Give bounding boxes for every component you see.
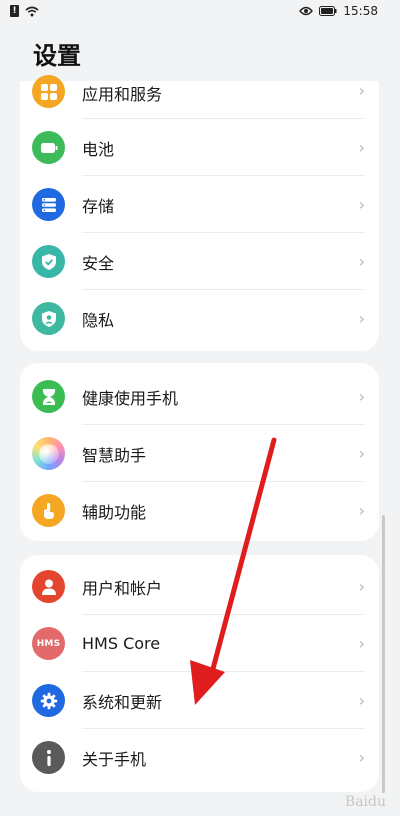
row-label: 安全 — [82, 253, 115, 273]
sim-alert-icon: ! — [10, 5, 19, 17]
chevron-right-icon: › — [358, 138, 365, 157]
row-label: HMS Core — [82, 634, 161, 653]
settings-group-3: 用户和帐户 › HMS HMS Core › 系统和更新 › 关于手机 › — [20, 555, 379, 792]
row-label: 智慧助手 — [82, 445, 147, 465]
row-system-updates[interactable]: 系统和更新 › — [20, 672, 379, 729]
row-apps-services[interactable]: 应用和服务 › — [20, 75, 379, 119]
page-title: 设置 — [33, 42, 81, 70]
row-security[interactable]: 安全 › — [20, 233, 379, 290]
row-accessibility[interactable]: 辅助功能 › — [20, 482, 379, 539]
row-privacy[interactable]: 隐私 › — [20, 290, 379, 347]
wifi-icon — [25, 6, 39, 16]
chevron-right-icon: › — [358, 387, 365, 406]
row-label: 隐私 — [82, 310, 115, 330]
shield-icon — [32, 245, 65, 278]
chevron-right-icon: › — [358, 195, 365, 214]
chevron-right-icon: › — [358, 501, 365, 520]
row-label: 应用和服务 — [82, 85, 163, 104]
eye-icon — [299, 6, 314, 16]
row-label: 系统和更新 — [82, 692, 163, 712]
settings-group-2: 健康使用手机 › 智慧助手 › 辅助功能 › — [20, 363, 379, 541]
row-label: 存储 — [82, 196, 115, 216]
row-label: 健康使用手机 — [82, 388, 179, 408]
row-label: 电池 — [82, 139, 115, 159]
user-icon — [32, 570, 65, 603]
row-label: 关于手机 — [82, 749, 147, 769]
settings-group-1: 应用和服务 › 电池 › 存储 › 安全 › 隐私 › — [20, 75, 379, 351]
storage-icon — [32, 188, 65, 221]
row-about-phone[interactable]: 关于手机 › — [20, 729, 379, 786]
battery-status-icon — [319, 6, 337, 16]
chevron-right-icon: › — [358, 577, 365, 596]
chevron-right-icon: › — [358, 691, 365, 710]
row-users-accounts[interactable]: 用户和帐户 › — [20, 558, 379, 615]
hourglass-icon — [32, 380, 65, 413]
row-smart-assistant[interactable]: 智慧助手 › — [20, 425, 379, 482]
chevron-right-icon: › — [358, 634, 365, 653]
privacy-icon — [32, 302, 65, 335]
row-label: 辅助功能 — [82, 502, 147, 522]
battery-icon — [32, 131, 65, 164]
hms-icon-text: HMS — [36, 638, 61, 649]
apps-icon — [32, 75, 65, 108]
info-icon — [32, 741, 65, 774]
watermark-logo: Baidu — [344, 794, 386, 810]
chevron-right-icon: › — [358, 252, 365, 271]
assistant-icon — [32, 437, 65, 470]
status-time: 15:58 — [343, 4, 378, 18]
row-healthy-phone-use[interactable]: 健康使用手机 › — [20, 368, 379, 425]
hms-icon: HMS — [32, 627, 65, 660]
hand-icon — [32, 494, 65, 527]
chevron-right-icon: › — [358, 444, 365, 463]
row-battery[interactable]: 电池 › — [20, 119, 379, 176]
scrollbar[interactable] — [382, 515, 385, 793]
chevron-right-icon: › — [358, 309, 365, 328]
chevron-right-icon: › — [358, 81, 365, 100]
row-label: 用户和帐户 — [82, 578, 163, 598]
row-hms-core[interactable]: HMS HMS Core › — [20, 615, 379, 672]
gear-icon — [32, 684, 65, 717]
chevron-right-icon: › — [358, 748, 365, 767]
status-bar: ! 15:58 — [0, 0, 400, 26]
row-storage[interactable]: 存储 › — [20, 176, 379, 233]
